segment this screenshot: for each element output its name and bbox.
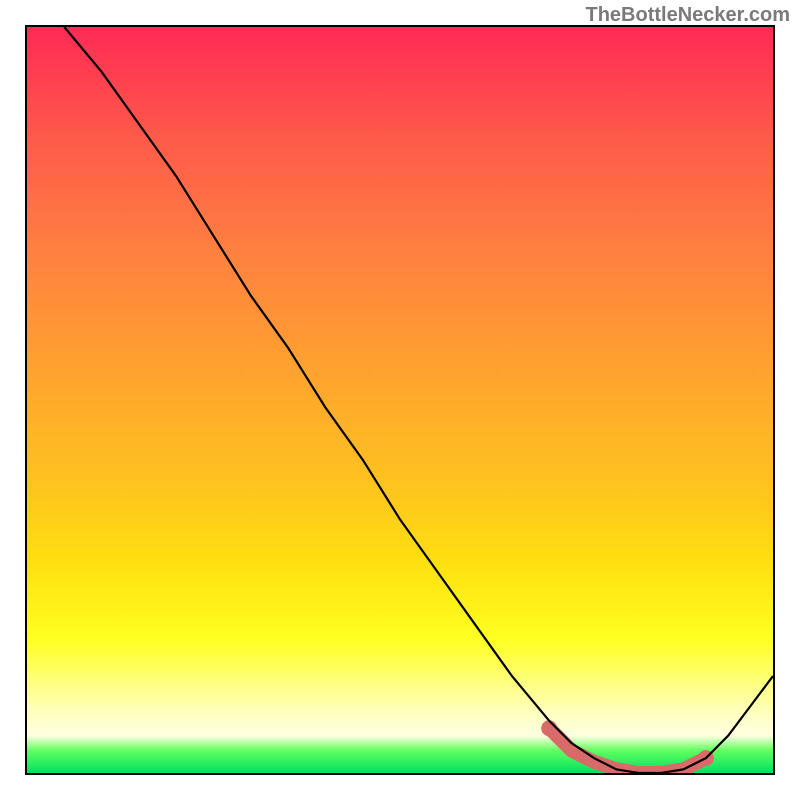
- chart-svg: [27, 27, 773, 773]
- highlight-dot: [541, 720, 557, 736]
- chart-plot-area: [25, 25, 775, 775]
- highlight-band-path: [549, 728, 706, 773]
- bottleneck-curve-path: [64, 27, 773, 773]
- attribution-text: TheBottleNecker.com: [585, 4, 790, 27]
